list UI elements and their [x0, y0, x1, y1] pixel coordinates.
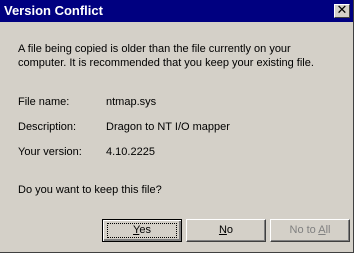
no-to-all-button[interactable]: No to All	[270, 219, 350, 242]
description-label: Description:	[18, 121, 77, 133]
dialog-title: Version Conflict	[4, 3, 103, 18]
no-button-label: No	[218, 224, 234, 236]
keep-file-question: Do you want to keep this file?	[18, 184, 162, 196]
message-line-1: A file being copied is older than the fi…	[18, 43, 291, 55]
close-button[interactable]: ✕	[334, 3, 350, 18]
yes-button[interactable]: Yes	[102, 219, 182, 242]
file-name-label: File name:	[18, 96, 70, 108]
version-label: Your version:	[18, 146, 82, 158]
description-value: Dragon to NT I/O mapper	[106, 121, 230, 133]
version-conflict-dialog: Version Conflict ✕ A file being copied i…	[0, 0, 354, 253]
title-bar[interactable]: Version Conflict ✕	[0, 0, 353, 22]
no-to-all-button-label: No to All	[289, 224, 331, 236]
close-icon: ✕	[336, 3, 348, 18]
version-value: 4.10.2225	[106, 146, 155, 158]
file-name-value: ntmap.sys	[106, 96, 157, 108]
message-line-2: computer. It is recommended that you kee…	[18, 57, 314, 69]
no-button[interactable]: No	[186, 219, 266, 242]
yes-button-label: Yes	[133, 224, 151, 236]
